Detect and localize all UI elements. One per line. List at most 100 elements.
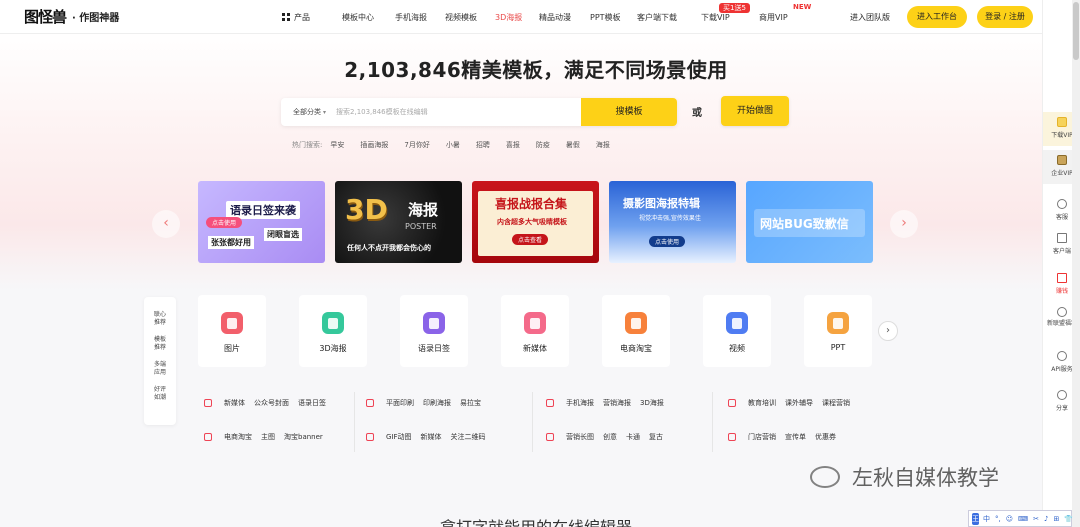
chevron-right-icon: › <box>886 325 890 336</box>
banner-line: 视觉冲击强,宣传效果佳 <box>639 215 701 222</box>
banner-photo-poster[interactable]: 摄影图海报特辑 视觉冲击强,宣传效果佳 点击使用 <box>609 181 736 263</box>
print-icon <box>366 399 374 407</box>
search-button[interactable]: 搜模板 <box>581 98 677 126</box>
ime-mode[interactable]: 中 <box>983 514 990 524</box>
sub-link[interactable]: 手机海报 <box>566 398 594 408</box>
sub-link[interactable]: 优惠券 <box>815 432 836 442</box>
category-video[interactable]: 视频 <box>703 295 771 367</box>
banner-pill: 点击查看 <box>512 234 549 245</box>
emoji-icon[interactable]: ☺ <box>1006 515 1013 523</box>
nav-item-client-download[interactable]: 客户端下载 <box>637 12 701 23</box>
sub-link-group: 门店营销 宣传单 优惠券 <box>728 432 845 442</box>
search-category-select[interactable]: 全部分类 <box>293 107 326 117</box>
hot-search-term[interactable]: 海报 <box>596 140 610 150</box>
hot-search-term[interactable]: 小暑 <box>446 140 460 150</box>
top-navigation: 图怪兽 · 作图神器 产品 模板中心 手机海报 视频模板 3D海报 精品动漫 P… <box>0 0 1042 34</box>
banner-good-news[interactable]: 喜报战报合集 内含超多大气吸睛模板 点击查看 <box>472 181 599 263</box>
nav-item-video-template[interactable]: 视频模板 <box>445 12 495 23</box>
ime-toolbar[interactable]: 王 中 °, ☺ ⌨ ✂ ♪ ⊞ 👕 <box>968 510 1073 527</box>
sub-link[interactable]: 电商淘宝 <box>224 432 252 442</box>
logo-mark: 图怪兽 <box>24 8 67 26</box>
banner-3d-poster[interactable]: 3D 海报 POSTER 任何人不点开我都会伤心的 <box>335 181 462 263</box>
gift-icon <box>1057 273 1067 283</box>
sub-link[interactable]: 课程营销 <box>822 398 850 408</box>
shop-icon <box>625 312 647 334</box>
nav-item-premium-anime[interactable]: 精品动漫 <box>539 12 590 23</box>
nav-item-3d-poster[interactable]: 3D海报 <box>495 12 539 23</box>
category-new-media[interactable]: 新媒体 <box>501 295 569 367</box>
sub-link[interactable]: 卡通 <box>626 432 640 442</box>
nav-item-mobile-poster[interactable]: 手机海报 <box>395 12 445 23</box>
category-label: 3D海报 <box>319 344 347 353</box>
sub-link[interactable]: 营销长图 <box>566 432 594 442</box>
sub-link[interactable]: 平面印刷 <box>386 398 414 408</box>
banner-bug-apology[interactable]: 网站BUG致歉信 <box>746 181 873 263</box>
hot-search-term[interactable]: 喜报 <box>506 140 520 150</box>
keyboard-icon[interactable]: ⌨ <box>1018 515 1028 523</box>
logo[interactable]: 图怪兽 · 作图神器 <box>24 6 119 27</box>
nav-item-template-center[interactable]: 模板中心 <box>342 12 395 23</box>
search-input[interactable] <box>336 108 567 116</box>
category-ecommerce[interactable]: 电商淘宝 <box>602 295 670 367</box>
sub-link[interactable]: 营销海报 <box>603 398 631 408</box>
sub-link[interactable]: 新媒体 <box>224 398 245 408</box>
sub-link[interactable]: 宣传单 <box>785 432 806 442</box>
sub-link[interactable]: 创意 <box>603 432 617 442</box>
category-3d-poster[interactable]: 3D海报 <box>299 295 367 367</box>
hot-search-term[interactable]: 插画海报 <box>360 140 388 150</box>
hot-search-term[interactable]: 暑假 <box>566 140 580 150</box>
long-image-icon <box>546 433 554 441</box>
banner-quote-daily[interactable]: 语录日签来袭 点击使用 张张都好用 闭眼盲选 <box>198 181 325 263</box>
banner-sub: POSTER <box>405 222 437 231</box>
side-tab[interactable]: 模板推荐 <box>152 336 168 352</box>
sub-link[interactable]: 门店营销 <box>748 432 776 442</box>
sub-link[interactable]: 印刷海报 <box>423 398 451 408</box>
category-ppt[interactable]: PPT <box>804 295 872 367</box>
desktop-icon <box>1057 233 1067 243</box>
voice-icon[interactable]: ♪ <box>1044 515 1048 523</box>
workspace-button[interactable]: 进入工作台 <box>907 6 967 28</box>
sub-link[interactable]: 公众号封面 <box>254 398 289 408</box>
category-quote-daily[interactable]: 语录日签 <box>400 295 468 367</box>
sub-link[interactable]: 易拉宝 <box>460 398 481 408</box>
scrollbar-thumb[interactable] <box>1073 2 1079 60</box>
carousel-prev-button[interactable]: ‹ <box>152 210 180 238</box>
join-team-link[interactable]: 进入团队版 <box>850 12 890 23</box>
sub-link[interactable]: 淘宝banner <box>284 432 323 442</box>
sub-link[interactable]: 主图 <box>261 432 275 442</box>
new-badge: NEW <box>793 2 812 11</box>
sub-link[interactable]: 关注二维码 <box>451 432 486 442</box>
start-design-button[interactable]: 开始做图 <box>721 96 789 126</box>
carousel-next-button[interactable]: › <box>890 210 918 238</box>
side-tab[interactable]: 好评如潮 <box>152 386 168 402</box>
sub-link[interactable]: 新媒体 <box>421 432 442 442</box>
sub-link[interactable]: 教育培训 <box>748 398 776 408</box>
hot-search-term[interactable]: 7月你好 <box>404 140 429 150</box>
sub-link[interactable]: 复古 <box>649 432 663 442</box>
divider <box>354 392 355 452</box>
sub-link[interactable]: 3D海报 <box>640 398 664 408</box>
hot-search-term[interactable]: 招聘 <box>476 140 490 150</box>
main-nav: 产品 模板中心 手机海报 视频模板 3D海报 精品动漫 PPT模板 客户端下载 … <box>282 0 819 34</box>
sub-link[interactable]: 课外辅导 <box>785 398 813 408</box>
hot-search-term[interactable]: 防疫 <box>536 140 550 150</box>
skin-icon[interactable]: 👕 <box>1064 515 1073 523</box>
side-tab[interactable]: 多端应用 <box>152 361 168 377</box>
nav-item-products[interactable]: 产品 <box>282 12 342 23</box>
nav-item-download-vip[interactable]: 下载VIP 买1送5 <box>701 2 759 23</box>
scissors-icon[interactable]: ✂ <box>1033 515 1039 523</box>
banner-pill: 点击使用 <box>649 236 686 247</box>
login-button[interactable]: 登录 / 注册 <box>977 6 1033 28</box>
side-tab[interactable]: 联心推荐 <box>152 311 168 327</box>
ime-punct[interactable]: °, <box>995 515 1001 523</box>
category-next-button[interactable]: › <box>878 321 898 341</box>
category-image[interactable]: 图片 <box>198 295 266 367</box>
nav-item-ppt-template[interactable]: PPT模板 <box>590 12 637 23</box>
ime-logo-icon: 王 <box>972 512 979 525</box>
scrollbar-track[interactable] <box>1072 0 1080 527</box>
nav-item-commercial-vip[interactable]: 商用VIP NEW <box>759 3 819 23</box>
hot-search-term[interactable]: 早安 <box>330 140 344 150</box>
grid-icon[interactable]: ⊞ <box>1054 515 1060 523</box>
sub-link[interactable]: GIF动图 <box>386 432 412 442</box>
sub-link[interactable]: 语录日签 <box>298 398 326 408</box>
